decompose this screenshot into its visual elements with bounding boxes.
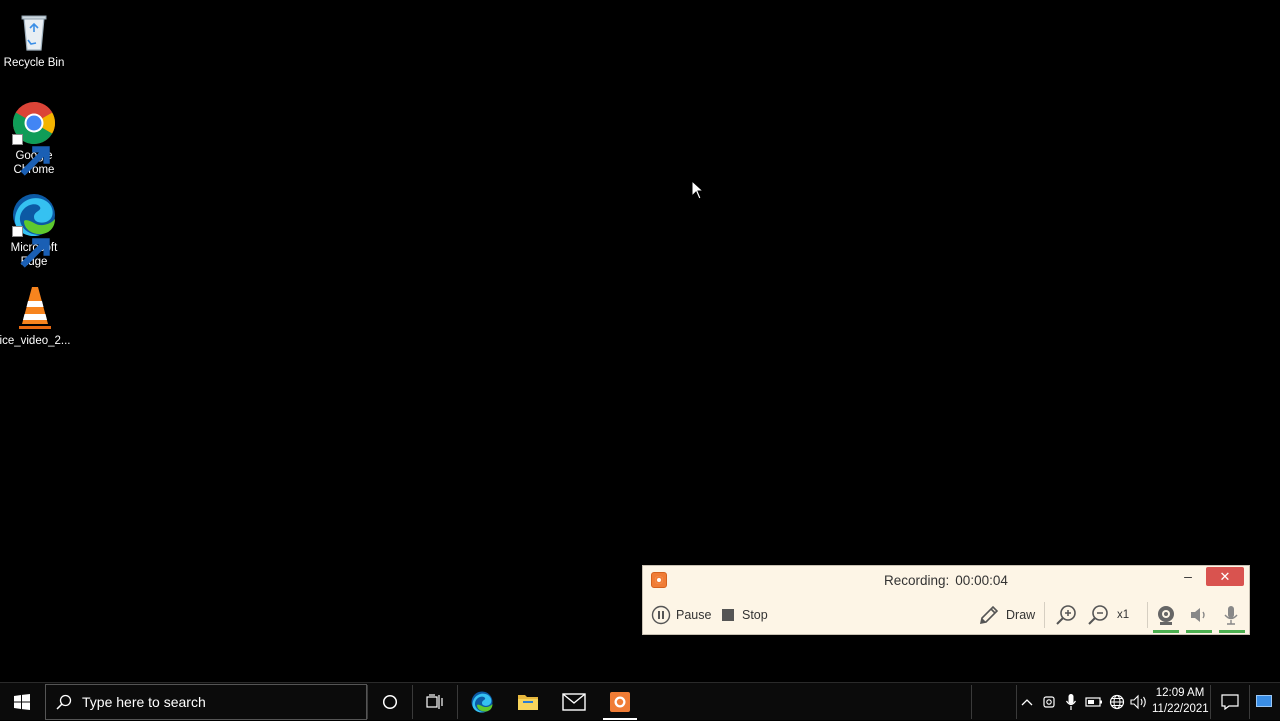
clock-date: 11/22/2021 (1152, 703, 1209, 715)
network-icon (1109, 694, 1125, 710)
tray-camera-button[interactable] (1040, 692, 1058, 712)
windows-logo-icon (14, 694, 30, 710)
chevron-up-icon (1021, 699, 1033, 706)
search-placeholder: Type here to search (82, 694, 206, 710)
pause-button[interactable]: Pause (651, 604, 711, 626)
pencil-icon (979, 605, 999, 625)
separator (1044, 602, 1045, 628)
separator (971, 685, 972, 719)
stop-icon (722, 609, 734, 621)
tray-microphone-button[interactable] (1062, 692, 1080, 712)
cortana-button[interactable] (368, 683, 412, 721)
tray-battery-button[interactable] (1085, 692, 1103, 712)
system-audio-button[interactable] (1188, 604, 1210, 626)
desktop-icon-video-file[interactable]: ice_video_2... (0, 284, 72, 348)
zoom-in-icon (1056, 605, 1076, 625)
zoom-out-icon (1088, 605, 1108, 625)
draw-label: Draw (1006, 608, 1036, 622)
notification-icon (1221, 694, 1239, 710)
shortcut-arrow-icon (12, 134, 50, 176)
zoom-out-button[interactable] (1087, 604, 1109, 626)
desktop-icon-recycle-bin[interactable]: Recycle Bin (0, 6, 71, 70)
pause-label: Pause (676, 608, 712, 622)
action-center-button[interactable] (1221, 692, 1239, 712)
battery-icon (1085, 697, 1102, 707)
clock-time: 12:09 AM (1155, 687, 1205, 699)
camera-icon (1043, 696, 1055, 708)
webcam-button[interactable] (1155, 604, 1177, 626)
shortcut-arrow-icon (12, 226, 50, 268)
recycle-bin-icon (10, 6, 58, 54)
vlc-icon (11, 284, 59, 332)
edge-icon (10, 191, 58, 268)
tray-network-button[interactable] (1108, 692, 1126, 712)
recorder-panel: Recording: 00:00:04 – ✕ Pause Stop Draw (642, 565, 1250, 635)
show-desktop-button[interactable] (1256, 695, 1272, 707)
recording-label: Recording: (884, 573, 950, 588)
webcam-icon (1158, 606, 1174, 625)
microphone-button[interactable] (1222, 604, 1240, 626)
taskbar-mail-button[interactable] (552, 683, 596, 721)
chrome-icon (10, 99, 58, 176)
task-view-button[interactable] (413, 683, 457, 721)
stop-button[interactable]: Stop (721, 604, 768, 626)
desktop-icon-google-chrome[interactable]: Google Chrome (0, 99, 71, 177)
recorder-app-icon (651, 572, 667, 588)
taskbar-recorder-button[interactable] (598, 683, 642, 721)
mouse-cursor-icon (691, 179, 705, 200)
draw-button[interactable]: Draw (978, 604, 1035, 626)
edge-icon (471, 691, 493, 713)
stop-label: Stop (742, 608, 768, 622)
task-view-icon (426, 694, 443, 709)
volume-icon (1130, 694, 1146, 710)
pause-icon (651, 605, 671, 625)
search-icon (56, 694, 72, 710)
microphone-level-bar (1219, 630, 1245, 633)
file-explorer-icon (518, 695, 538, 710)
desktop-icon-label: ice_video_2... (0, 335, 71, 347)
microphone-icon (1065, 694, 1077, 710)
taskbar: Type here to search 12:09 AM 11/22/2021 (0, 682, 1280, 720)
microphone-icon (1224, 606, 1238, 625)
mail-icon (562, 693, 586, 711)
desktop-icon-label: Recycle Bin (3, 57, 65, 69)
cortana-icon (382, 694, 398, 710)
minimize-button[interactable]: – (1173, 567, 1203, 587)
taskbar-file-explorer-button[interactable] (506, 683, 550, 721)
separator (1210, 685, 1211, 719)
start-button[interactable] (0, 683, 44, 721)
separator (457, 685, 458, 719)
close-button[interactable]: ✕ (1206, 567, 1244, 586)
desktop-icon-microsoft-edge[interactable]: Microsoft Edge (0, 191, 71, 269)
zoom-level: x1 (1117, 609, 1130, 621)
recording-timer: 00:00:04 (955, 573, 1008, 588)
webcam-level-bar (1153, 630, 1179, 633)
audio-level-bar (1186, 630, 1212, 633)
recorder-icon (610, 692, 630, 712)
separator (1016, 685, 1017, 719)
show-hidden-icons-button[interactable] (1018, 692, 1036, 712)
tray-volume-button[interactable] (1130, 692, 1148, 712)
separator (1147, 602, 1148, 628)
taskbar-edge-button[interactable] (460, 683, 504, 721)
taskbar-search-box[interactable]: Type here to search (45, 684, 367, 720)
taskbar-clock[interactable]: 12:09 AM 11/22/2021 (1152, 685, 1209, 717)
recording-status: Recording: 00:00:04 (884, 573, 1008, 588)
separator (1249, 685, 1250, 719)
speaker-icon (1191, 608, 1205, 622)
zoom-in-button[interactable] (1055, 604, 1077, 626)
